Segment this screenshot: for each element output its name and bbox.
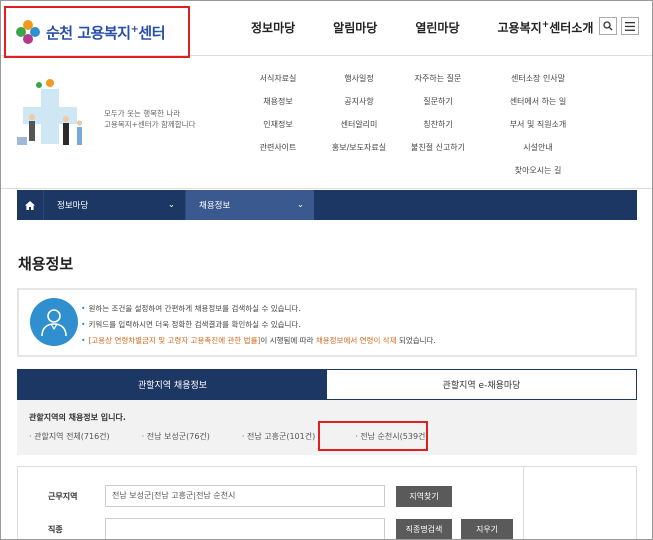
region-item[interactable]: · 관할지역 전체(716건)	[29, 431, 126, 442]
page-title: 채용정보	[18, 255, 74, 273]
breadcrumb-dropdown-jobs[interactable]: 채용정보 ⌄	[186, 190, 314, 220]
clear-button[interactable]: 지우기	[461, 519, 513, 540]
user-guide-icon	[30, 298, 78, 346]
nav-info[interactable]: 정보마당	[251, 19, 295, 36]
menu-button[interactable]	[621, 17, 639, 35]
work-area-input[interactable]: 전남 보성군|전남 고흥군|전남 순천시	[105, 485, 385, 507]
job-type-input[interactable]	[105, 518, 385, 540]
nav-open[interactable]: 열린마당	[415, 19, 459, 36]
menu-link[interactable]: 홍보/보도자료실	[325, 142, 393, 165]
job-name-search-button[interactable]: 직종명검색	[396, 519, 452, 540]
menu-link[interactable]: 관련사이트	[247, 142, 309, 165]
logo-text: 순천 고용복지+센터	[46, 23, 166, 42]
menu-link[interactable]: 찾아오시는 길	[495, 165, 581, 188]
mega-menu: 모두가 웃는 행복한 나라 고용복지+센터가 함께합니다 서식자료실 채용정보 …	[1, 57, 652, 189]
menu-link[interactable]: 칭찬하기	[396, 119, 480, 142]
info-line: • 원하는 조건을 설정하여 간편하게 채용정보를 검색하실 수 있습니다.	[81, 304, 301, 313]
tab-regional-jobs[interactable]: 관할지역 채용정보	[18, 370, 327, 399]
chevron-down-icon: ⌄	[296, 200, 304, 210]
people-illustration-icon	[17, 79, 83, 145]
highlight-box	[318, 421, 428, 451]
region-title: 관할지역의 채용정보 입니다.	[29, 413, 126, 422]
info-text: • 원하는 조건을 설정하여 간편하게 채용정보를 검색하실 수 있습니다. • 키…	[81, 301, 436, 349]
home-icon	[25, 200, 35, 210]
breadcrumb-dropdown-info[interactable]: 정보마당 ⌄	[44, 190, 186, 220]
menu-link[interactable]: 공지사항	[325, 96, 393, 119]
menu-link[interactable]: 센터에서 하는 일	[495, 96, 581, 119]
intro-text: 모두가 웃는 행복한 나라 고용복지+센터가 함께합니다	[104, 108, 195, 130]
intro-line: 고용복지+센터가 함께합니다	[104, 120, 196, 129]
chevron-down-icon: ⌄	[167, 200, 175, 210]
tab-bar: 관할지역 채용정보 관할지역 e-채용마당	[17, 369, 637, 400]
menu-column-notice: 행사일정 공지사항 센터알리미 홍보/보도자료실	[325, 73, 393, 165]
menu-link[interactable]: 채용정보	[247, 96, 309, 119]
home-button[interactable]	[17, 190, 44, 220]
menu-link[interactable]: 불친절 신고하기	[396, 142, 480, 165]
menu-column-info: 서식자료실 채용정보 인재정보 관련사이트	[247, 73, 309, 165]
nav-notice[interactable]: 알림마당	[333, 19, 377, 36]
info-line: • 키워드를 입력하시면 더욱 정확한 검색결과를 확인하실 수 있습니다.	[81, 320, 301, 329]
info-line: • [고용상 연령차별금지 및 고령자 고용촉진에 관한 법률]이 시행됨에 따라…	[81, 336, 436, 345]
law-link[interactable]: [고용상 연령차별금지 및 고령자 고용촉진에 관한 법률]	[88, 336, 260, 345]
intro-line: 모두가 웃는 행복한 나라	[104, 109, 181, 118]
form-side-panel	[523, 467, 637, 540]
menu-link[interactable]: 부서 및 직원소개	[495, 119, 581, 142]
menu-link[interactable]: 자주하는 질문	[396, 73, 480, 96]
region-item[interactable]: · 전남 보성군(76건)	[142, 431, 226, 442]
location-bar: 정보마당 ⌄ 채용정보 ⌄	[17, 190, 637, 220]
region-filter: 관할지역의 채용정보 입니다. · 관할지역 전체(716건) · 전남 보성군…	[17, 400, 637, 455]
menu-link[interactable]: 행사일정	[325, 73, 393, 96]
search-form: 근무지역 전남 보성군|전남 고흥군|전남 순천시 지역찾기 직종 직종명검색 …	[17, 466, 637, 540]
region-search-button[interactable]: 지역찾기	[396, 486, 452, 507]
tab-e-jobs[interactable]: 관할지역 e-채용마당	[327, 370, 636, 399]
menu-column-about: 센터소장 인사말 센터에서 하는 일 부서 및 직원소개 시설안내 찾아오시는 …	[495, 73, 581, 188]
menu-link[interactable]: 센터소장 인사말	[495, 73, 581, 96]
menu-column-open: 자주하는 질문 질문하기 칭찬하기 불친절 신고하기	[396, 73, 480, 165]
menu-link[interactable]: 시설안내	[495, 142, 581, 165]
menu-link[interactable]: 서식자료실	[247, 73, 309, 96]
info-box: • 원하는 조건을 설정하여 간편하게 채용정보를 검색하실 수 있습니다. • 키…	[17, 288, 637, 357]
logo-emblem-icon	[16, 20, 40, 44]
global-nav: 정보마당 알림마당 열린마당 고용복지+센터소개	[251, 19, 593, 36]
search-icon	[603, 21, 613, 31]
job-type-label: 직종	[48, 525, 63, 534]
work-area-label: 근무지역	[48, 492, 78, 501]
breadcrumb-label: 채용정보	[199, 201, 231, 211]
site-logo[interactable]: 순천 고용복지+센터	[4, 6, 190, 58]
search-button[interactable]	[599, 17, 617, 35]
menu-link[interactable]: 질문하기	[396, 96, 480, 119]
hamburger-menu-icon	[625, 21, 635, 31]
site-header: 순천 고용복지+센터 정보마당 알림마당 열린마당 고용복지+센터소개	[1, 1, 652, 58]
breadcrumb-label: 정보마당	[57, 201, 89, 211]
menu-link[interactable]: 센터알리미	[325, 119, 393, 142]
menu-link[interactable]: 인재정보	[247, 119, 309, 142]
nav-about[interactable]: 고용복지+센터소개	[498, 19, 594, 36]
